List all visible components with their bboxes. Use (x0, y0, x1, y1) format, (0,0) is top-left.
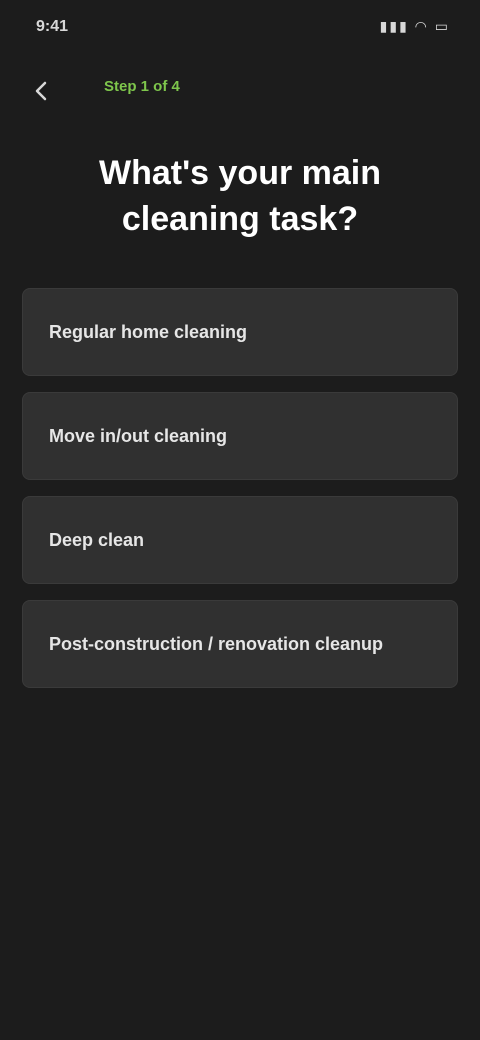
options-list: Regular home cleaning Move in/out cleani… (22, 288, 458, 704)
option-label: Deep clean (49, 529, 145, 550)
option-label: Move in/out cleaning (49, 425, 228, 446)
arrow-left-icon (35, 81, 47, 101)
option-deep-clean[interactable]: Deep clean (22, 496, 458, 584)
status-icons: ▮▮▮ ◠ ▭ (379, 18, 450, 34)
back-button[interactable] (22, 70, 62, 106)
question-title: What's your main cleaning task? (98, 154, 381, 238)
option-label: Post-construction / renovation cleanup (49, 633, 384, 654)
option-label: Regular home cleaning (49, 321, 248, 342)
option-move-in-out-cleaning[interactable]: Move in/out cleaning (22, 392, 458, 480)
option-regular-home-cleaning[interactable]: Regular home cleaning (22, 288, 458, 376)
status-bar: 9:41 ▮▮▮ ◠ ▭ (0, 0, 480, 60)
option-post-construction-cleanup[interactable]: Post-construction / renovation cleanup (22, 600, 458, 688)
status-time: 9:41 (36, 18, 69, 35)
step-label: Step 1 of 4 (104, 78, 180, 95)
top-nav: Step 1 of 4 (0, 60, 480, 116)
